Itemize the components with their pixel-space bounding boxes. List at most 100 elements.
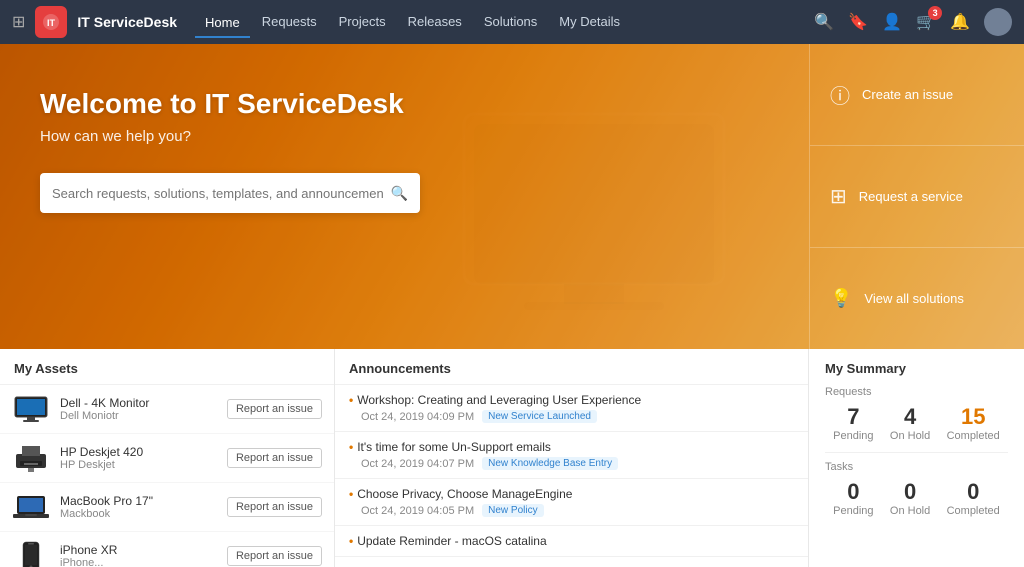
search-icon[interactable]: 🔍 (814, 12, 834, 32)
asset-item: MacBook Pro 17" Mackbook Report an issue (0, 483, 334, 532)
bottom-section: My Assets Dell - 4K Monitor Dell Moniotr (0, 349, 1024, 567)
view-solutions-icon: 💡 (830, 288, 852, 309)
asset-name: MacBook Pro 17" (60, 494, 217, 508)
report-issue-btn-2[interactable]: Report an issue (227, 497, 322, 517)
announce-title-1: • It's time for some Un-Support emails (349, 440, 794, 454)
announce-bullet-1: • (349, 440, 353, 454)
view-solutions-action[interactable]: 💡 View all solutions (810, 248, 1024, 349)
announcements-header: Announcements (335, 349, 808, 385)
search-input[interactable] (52, 186, 383, 201)
summary-requests-section: Requests 7 Pending 4 On Hold 15 Complete… (825, 386, 1008, 442)
report-issue-btn-1[interactable]: Report an issue (227, 448, 322, 468)
hero-content: Welcome to IT ServiceDesk How can we hel… (0, 44, 809, 349)
announce-tag-2: New Policy (482, 504, 543, 517)
announce-item-0[interactable]: • Workshop: Creating and Leveraging User… (335, 385, 808, 432)
summary-divider (825, 452, 1008, 453)
create-issue-action[interactable]: ⓘ Create an issue (810, 44, 1024, 146)
announce-bullet-3: • (349, 534, 353, 548)
summary-panel: My Summary Requests 7 Pending 4 On Hold … (809, 349, 1024, 567)
grid-icon[interactable]: ⊞ (12, 12, 25, 32)
asset-name: iPhone XR (60, 543, 217, 557)
asset-type: iPhone... (60, 557, 217, 567)
asset-name: HP Deskjet 420 (60, 445, 217, 459)
announcements-panel: Announcements • Workshop: Creating and L… (335, 349, 809, 567)
hero-title: Welcome to IT ServiceDesk (40, 88, 769, 120)
announcements-list: • Workshop: Creating and Leveraging User… (335, 385, 808, 567)
svg-text:IT: IT (47, 18, 56, 28)
nav-solutions[interactable]: Solutions (474, 8, 547, 37)
task-label-pending: Pending (833, 505, 873, 517)
bookmark-icon[interactable]: 🔖 (848, 12, 868, 32)
announce-tag-1: New Knowledge Base Entry (482, 457, 618, 470)
summary-title: My Summary (825, 361, 1008, 376)
nav-links: Home Requests Projects Releases Solution… (195, 8, 808, 37)
summary-task-pending: 0 Pending (833, 481, 873, 517)
summary-task-onhold: 0 On Hold (890, 481, 930, 517)
summary-requests-label: Requests (825, 386, 1008, 398)
asset-info: MacBook Pro 17" Mackbook (60, 494, 217, 520)
hero-actions-sidebar: ⓘ Create an issue ⊞ Request a service 💡 … (809, 44, 1024, 349)
request-service-action[interactable]: ⊞ Request a service (810, 146, 1024, 248)
announce-item-1[interactable]: • It's time for some Un-Support emails O… (335, 432, 808, 479)
nav-actions: 🔍 🔖 👤 🛒 3 🔔 (814, 8, 1012, 36)
bell-icon[interactable]: 🔔 (950, 12, 970, 32)
stat-num-pending: 7 (833, 406, 873, 428)
user-icon[interactable]: 👤 (882, 12, 902, 32)
assets-list: Dell - 4K Monitor Dell Moniotr Report an… (0, 385, 334, 567)
announce-title-0: • Workshop: Creating and Leveraging User… (349, 393, 794, 407)
announce-date-1: Oct 24, 2019 04:07 PM (361, 458, 474, 470)
summary-stat-pending: 7 Pending (833, 406, 873, 442)
announce-date-0: Oct 24, 2019 04:09 PM (361, 411, 474, 423)
announce-meta-2: Oct 24, 2019 04:05 PM New Policy (349, 504, 794, 517)
announce-item-2[interactable]: • Choose Privacy, Choose ManageEngine Oc… (335, 479, 808, 526)
report-issue-btn-3[interactable]: Report an issue (227, 546, 322, 566)
task-num-pending: 0 (833, 481, 873, 503)
search-icon-hero: 🔍 (391, 185, 408, 202)
notification-badge: 3 (928, 6, 942, 20)
announce-item-3[interactable]: • Update Reminder - macOS catalina (335, 526, 808, 557)
asset-icon-monitor (12, 393, 50, 425)
nav-releases[interactable]: Releases (398, 8, 472, 37)
nav-mydetails[interactable]: My Details (549, 8, 630, 37)
task-label-onhold: On Hold (890, 505, 930, 517)
task-num-completed: 0 (947, 481, 1000, 503)
asset-info: HP Deskjet 420 HP Deskjet (60, 445, 217, 471)
stat-num-completed: 15 (947, 406, 1000, 428)
asset-type: HP Deskjet (60, 459, 217, 471)
task-num-onhold: 0 (890, 481, 930, 503)
announce-bullet-0: • (349, 393, 353, 407)
asset-type: Mackbook (60, 508, 217, 520)
nav-projects[interactable]: Projects (329, 8, 396, 37)
asset-icon-printer (12, 442, 50, 474)
report-issue-btn-0[interactable]: Report an issue (227, 399, 322, 419)
announce-bullet-2: • (349, 487, 353, 501)
stat-label-onhold: On Hold (890, 430, 930, 442)
asset-icon-laptop (12, 491, 50, 523)
stat-num-onhold: 4 (890, 406, 930, 428)
logo-icon: IT (41, 12, 61, 32)
asset-item: Dell - 4K Monitor Dell Moniotr Report an… (0, 385, 334, 434)
asset-item: iPhone XR iPhone... Report an issue (0, 532, 334, 567)
brand-name: IT ServiceDesk (77, 14, 177, 30)
navbar: ⊞ IT IT ServiceDesk Home Requests Projec… (0, 0, 1024, 44)
asset-type: Dell Moniotr (60, 410, 217, 422)
nav-requests[interactable]: Requests (252, 8, 327, 37)
asset-icon-phone (12, 540, 50, 567)
announce-meta-1: Oct 24, 2019 04:07 PM New Knowledge Base… (349, 457, 794, 470)
hero-search-box: 🔍 (40, 173, 420, 213)
create-issue-label: Create an issue (862, 87, 953, 102)
summary-requests-stats: 7 Pending 4 On Hold 15 Completed (825, 406, 1008, 442)
laptop-icon (13, 494, 49, 520)
printer-icon (14, 444, 48, 472)
hero-section: Welcome to IT ServiceDesk How can we hel… (0, 44, 1024, 349)
summary-tasks-stats: 0 Pending 0 On Hold 0 Completed (825, 481, 1008, 517)
avatar[interactable] (984, 8, 1012, 36)
announce-title-2: • Choose Privacy, Choose ManageEngine (349, 487, 794, 501)
announce-title-3: • Update Reminder - macOS catalina (349, 534, 794, 548)
nav-home[interactable]: Home (195, 9, 250, 38)
summary-stat-onhold: 4 On Hold (890, 406, 930, 442)
notification-icon[interactable]: 🛒 3 (916, 12, 936, 32)
phone-icon (22, 541, 40, 567)
asset-item: HP Deskjet 420 HP Deskjet Report an issu… (0, 434, 334, 483)
assets-panel: My Assets Dell - 4K Monitor Dell Moniotr (0, 349, 335, 567)
